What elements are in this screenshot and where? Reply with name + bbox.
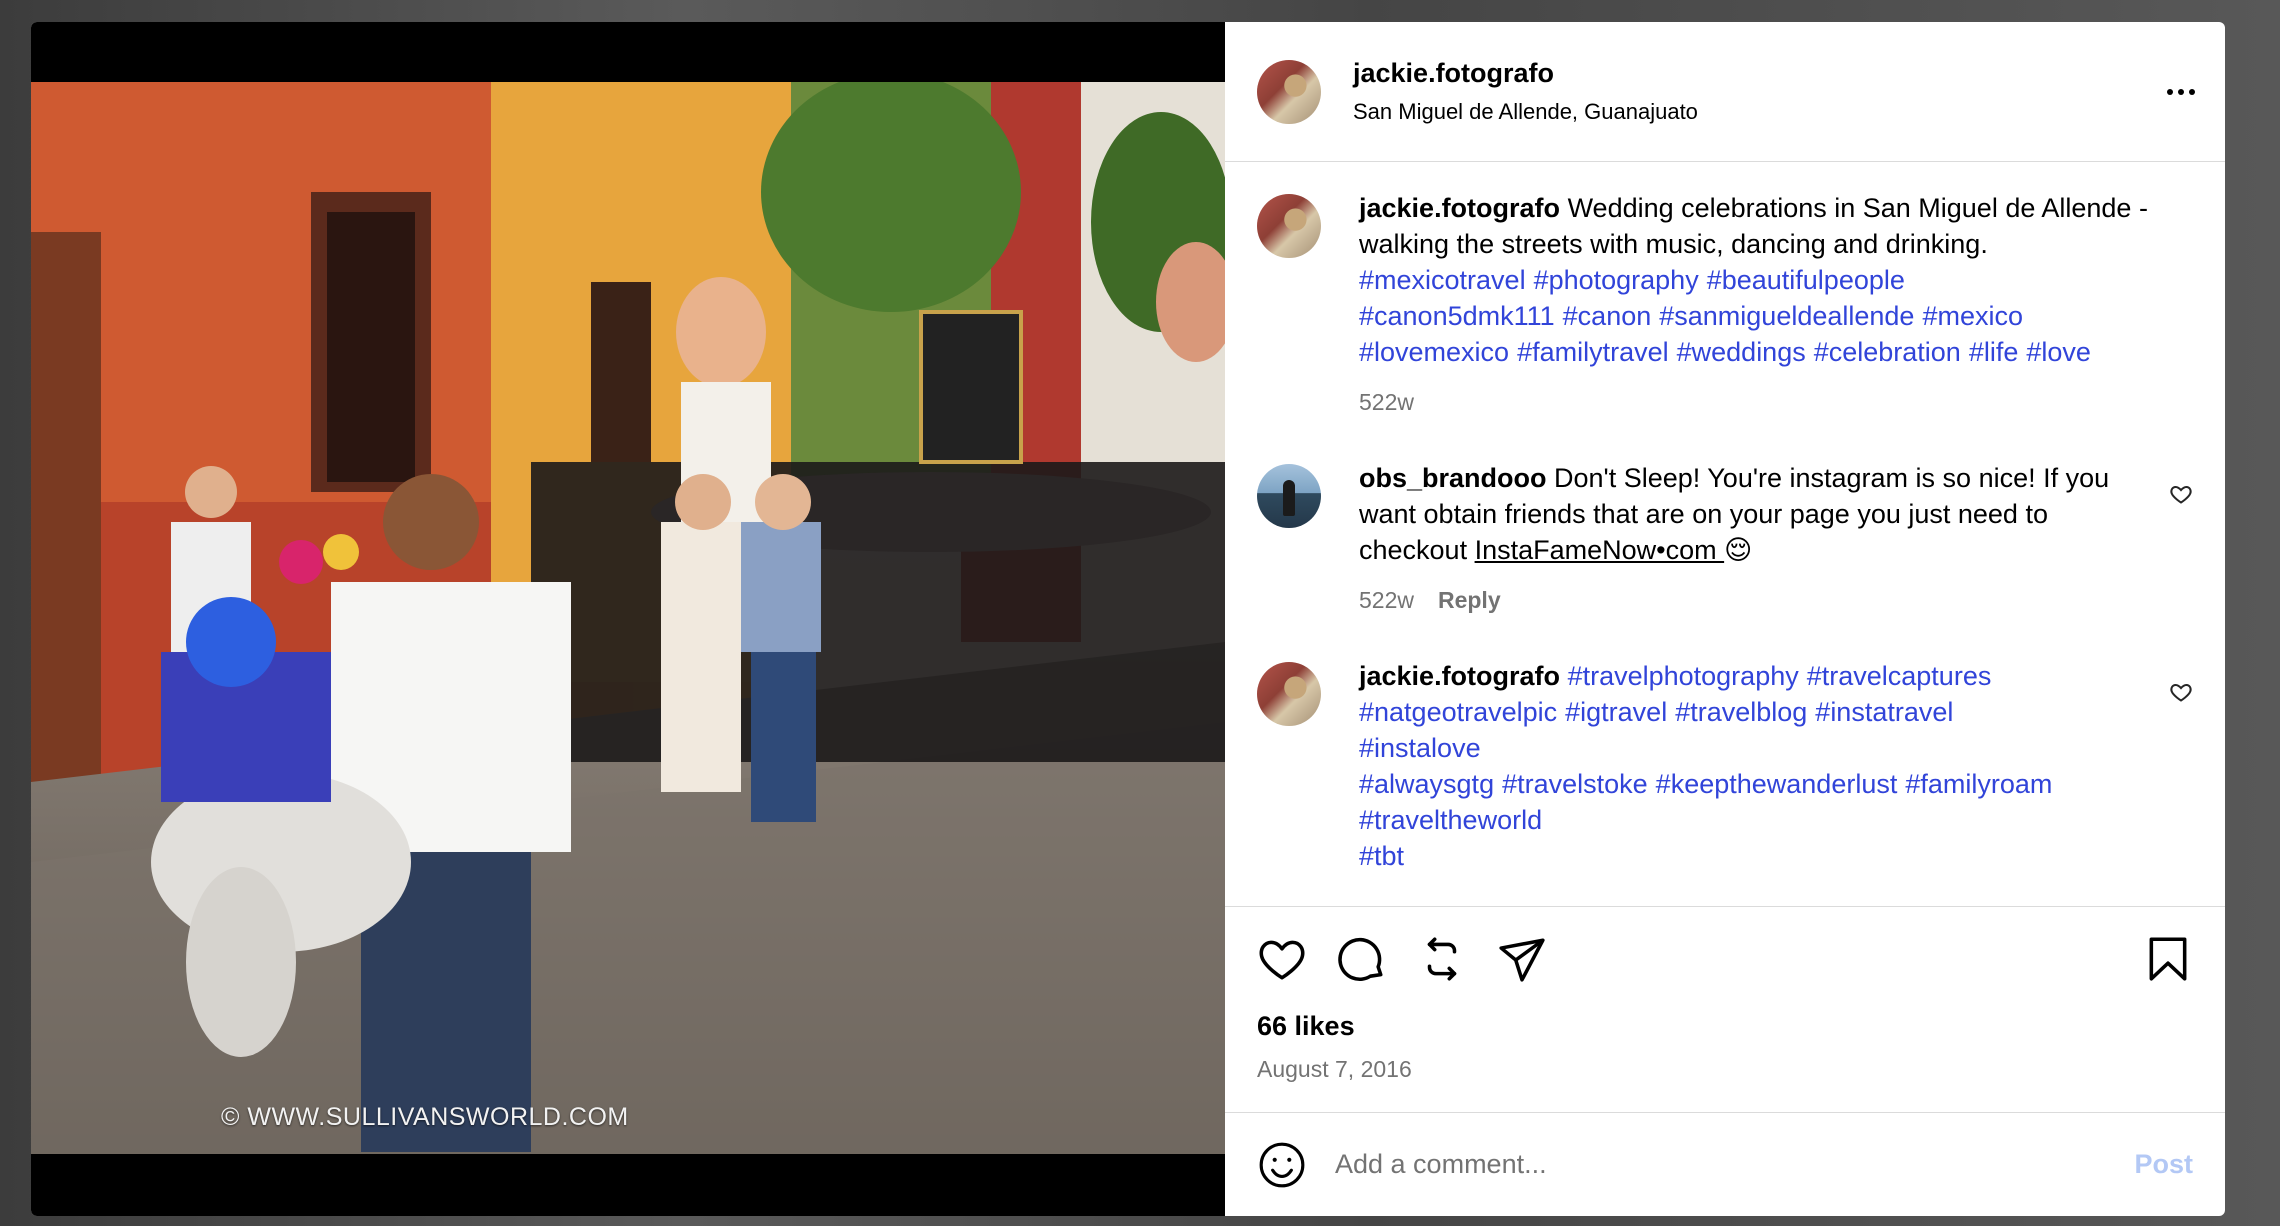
add-comment-bar: Post [1225, 1112, 2225, 1216]
hashtag-link[interactable]: #travelblog [1675, 697, 1807, 727]
hashtag-link[interactable]: #igtravel [1565, 697, 1667, 727]
hashtag-link[interactable]: #tbt [1359, 841, 1404, 871]
caption-username[interactable]: jackie.fotografo [1359, 193, 1560, 223]
hashtag-link[interactable]: #travelphotography [1568, 661, 1799, 691]
avatar[interactable] [1257, 59, 1321, 124]
hashtag-link[interactable]: #travelstoke [1502, 769, 1648, 799]
share-send-icon[interactable] [1497, 934, 1547, 984]
hashtag-link[interactable]: #sanmigueldeallende [1659, 301, 1914, 331]
comment-item: obs_brandooo Don't Sleep! You're instagr… [1257, 460, 2193, 618]
hashtag-link[interactable]: #travelcaptures [1807, 661, 1992, 691]
like-heart-icon[interactable] [1257, 934, 1307, 984]
hashtag-link[interactable]: #love [2026, 337, 2091, 367]
comment-time[interactable]: 522w [1359, 582, 1414, 618]
post-actions: 66 likes August 7, 2016 [1225, 906, 2225, 1112]
emoji-smiley-icon[interactable] [1257, 1140, 1307, 1190]
post-location[interactable]: San Miguel de Allende, Guanajuato [1353, 99, 1698, 125]
hashtag-link[interactable]: #mexico [1922, 301, 2023, 331]
post-username[interactable]: jackie.fotografo [1353, 58, 1698, 89]
comment-username[interactable]: obs_brandooo [1359, 463, 1547, 493]
post-header: jackie.fotografo San Miguel de Allende, … [1225, 22, 2225, 162]
hashtag-link[interactable]: #weddings [1677, 337, 1806, 367]
hashtag-link[interactable]: #photography [1534, 265, 1699, 295]
reply-button[interactable]: Reply [1438, 582, 1501, 618]
post-side-panel: jackie.fotografo San Miguel de Allende, … [1225, 22, 2225, 1216]
caption: jackie.fotografo Wedding celebrations in… [1257, 190, 2193, 420]
comment-item: jackie.fotografo #travelphotography #trav… [1257, 658, 2193, 874]
hashtag-link[interactable]: #keepthewanderlust [1656, 769, 1898, 799]
hashtag-link[interactable]: #lovemexico [1359, 337, 1509, 367]
bookmark-icon[interactable] [2143, 934, 2193, 984]
comment-input[interactable] [1335, 1149, 2135, 1180]
photo-watermark: © WWW.SULLIVANSWORLD.COM [221, 1103, 629, 1131]
hashtag-link[interactable]: #mexicotravel [1359, 265, 1526, 295]
likes-count[interactable]: 66 likes [1257, 1011, 2193, 1042]
comments-list[interactable]: jackie.fotografo Wedding celebrations in… [1225, 162, 2225, 906]
header-text: jackie.fotografo San Miguel de Allende, … [1353, 58, 1698, 125]
hashtag-link[interactable]: #instalove [1359, 733, 1481, 763]
caption-hashtags: #mexicotravel #photography #beautifulpeopl… [1359, 262, 2159, 370]
hashtag-link[interactable]: #canon [1563, 301, 1652, 331]
hashtag-link[interactable]: #alwaysgtg [1359, 769, 1494, 799]
hashtag-link[interactable]: #traveltheworld [1359, 805, 1542, 835]
hashtag-link[interactable]: #celebration [1814, 337, 1961, 367]
comment-emoji: 😌 [1724, 535, 1753, 565]
hashtag-link[interactable]: #natgeotravelpic [1359, 697, 1557, 727]
comment-username[interactable]: jackie.fotografo [1359, 661, 1560, 691]
hashtag-link[interactable]: #beautifulpeople [1707, 265, 1905, 295]
comment-body: jackie.fotografo #travelphotography #trav… [1359, 658, 2159, 874]
hashtag-link[interactable]: #life [1969, 337, 2019, 367]
post-comment-button[interactable]: Post [2134, 1149, 2193, 1180]
like-comment-heart-icon[interactable] [2169, 482, 2193, 506]
caption-meta: 522w [1359, 384, 2159, 420]
comment-meta: 522w Reply [1359, 582, 2159, 618]
comment-hashtags: #travelphotography #travelcaptures #natge… [1359, 661, 2060, 871]
avatar[interactable] [1257, 194, 1321, 258]
avatar[interactable] [1257, 464, 1321, 528]
repost-icon[interactable] [1417, 934, 1467, 984]
more-options-icon[interactable] [2161, 83, 2201, 101]
post-modal: © WWW.SULLIVANSWORLD.COM jackie.fotograf… [31, 22, 2225, 1216]
action-bar [1257, 907, 2193, 1011]
caption-time[interactable]: 522w [1359, 384, 1414, 420]
hashtag-link[interactable]: #familyroam [1905, 769, 2052, 799]
post-date[interactable]: August 7, 2016 [1257, 1056, 2193, 1083]
comment-link[interactable]: InstaFameNow•com [1475, 535, 1725, 565]
comment-body: obs_brandooo Don't Sleep! You're instagr… [1359, 460, 2159, 618]
post-media: © WWW.SULLIVANSWORLD.COM [31, 22, 1225, 1216]
caption-body: jackie.fotografo Wedding celebrations in… [1359, 190, 2159, 420]
street-wedding-photo [31, 82, 1225, 1154]
avatar[interactable] [1257, 662, 1321, 726]
like-comment-heart-icon[interactable] [2169, 680, 2193, 704]
comment-bubble-icon[interactable] [1337, 934, 1387, 984]
post-photo[interactable]: © WWW.SULLIVANSWORLD.COM [31, 82, 1225, 1154]
hashtag-link[interactable]: #instatravel [1815, 697, 1953, 727]
hashtag-link[interactable]: #familytravel [1517, 337, 1669, 367]
hashtag-link[interactable]: #canon5dmk111 [1359, 301, 1555, 331]
